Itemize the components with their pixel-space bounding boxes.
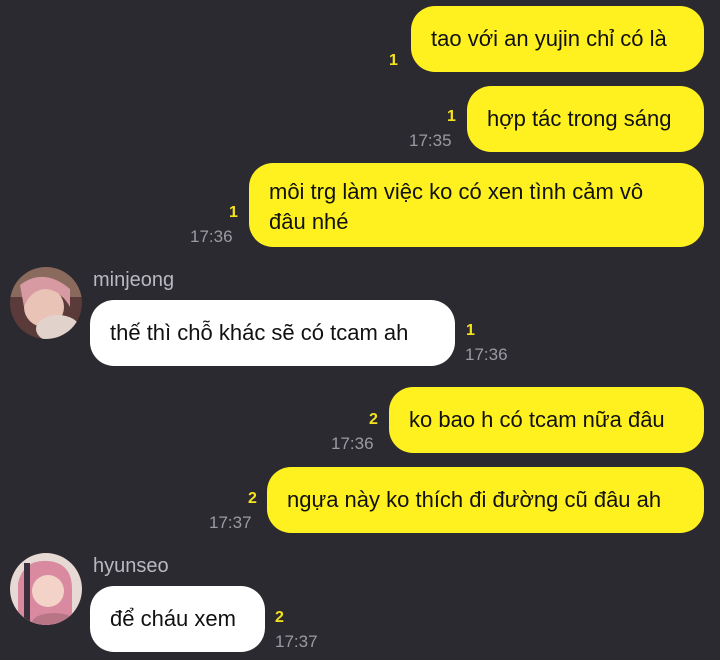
message-timestamp: 17:36 bbox=[190, 227, 233, 246]
message-timestamp: 17:37 bbox=[209, 513, 252, 532]
message-text-line: đâu nhé bbox=[269, 209, 349, 234]
message-text: ko bao h có tcam nữa đâu bbox=[409, 407, 665, 432]
unread-count: 2 bbox=[248, 490, 257, 507]
message-bubble[interactable]: hợp tác trong sáng bbox=[467, 86, 704, 152]
message-text: hợp tác trong sáng bbox=[487, 106, 672, 131]
message-bubble[interactable]: để cháu xem bbox=[90, 586, 265, 652]
unread-count: 2 bbox=[275, 609, 284, 626]
message-text: thế thì chỗ khác sẽ có tcam ah bbox=[110, 320, 409, 345]
message-timestamp: 17:35 bbox=[409, 131, 452, 150]
avatar-photo-icon bbox=[10, 267, 82, 339]
sender-name: minjeong bbox=[93, 269, 175, 291]
unread-count: 1 bbox=[447, 108, 456, 125]
message-bubble[interactable]: ko bao h có tcam nữa đâu bbox=[389, 387, 704, 453]
message-timestamp: 17:36 bbox=[331, 434, 374, 453]
message-timestamp: 17:37 bbox=[275, 632, 318, 651]
message-bubble[interactable]: thế thì chỗ khác sẽ có tcam ah bbox=[90, 300, 455, 366]
message-bubble[interactable]: ngựa này ko thích đi đường cũ đâu ah bbox=[267, 467, 704, 533]
message-text: để cháu xem bbox=[110, 606, 236, 631]
unread-count: 1 bbox=[466, 322, 475, 339]
message-timestamp: 17:36 bbox=[465, 345, 508, 364]
unread-count: 2 bbox=[369, 411, 378, 428]
unread-count: 1 bbox=[229, 204, 238, 221]
message-bubble[interactable]: môi trg làm việc ko có xen tình cảm vô đ… bbox=[249, 163, 704, 247]
avatar-photo-icon bbox=[10, 553, 82, 625]
avatar-hyunseo[interactable] bbox=[10, 553, 82, 625]
message-text-line: môi trg làm việc ko có xen tình cảm vô bbox=[269, 179, 644, 204]
avatar-minjeong[interactable] bbox=[10, 267, 82, 339]
unread-count: 1 bbox=[389, 52, 398, 69]
sender-name: hyunseo bbox=[93, 555, 169, 577]
message-bubble[interactable]: tao với an yujin chỉ có là bbox=[411, 6, 704, 72]
message-text: ngựa này ko thích đi đường cũ đâu ah bbox=[287, 487, 662, 512]
message-text: tao với an yujin chỉ có là bbox=[431, 26, 667, 51]
